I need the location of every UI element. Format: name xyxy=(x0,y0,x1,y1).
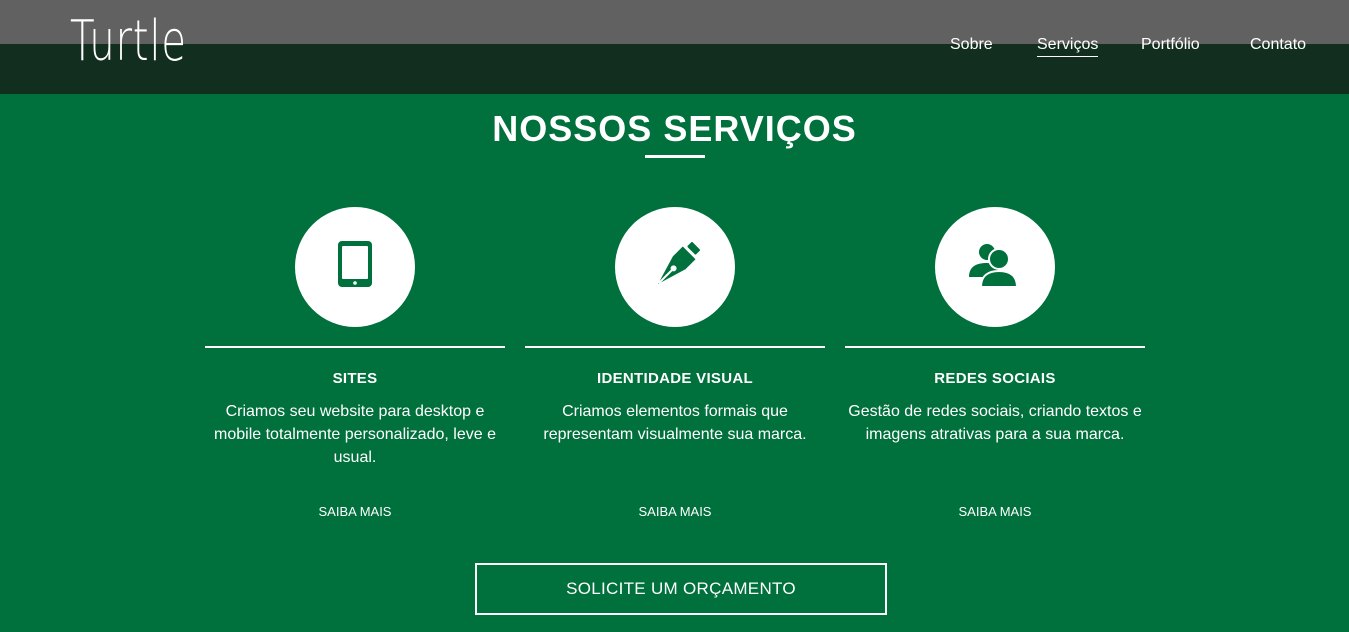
users-icon xyxy=(969,244,1019,288)
service-title: SITES xyxy=(332,370,378,387)
service-divider xyxy=(205,346,505,348)
saiba-mais-link-sites[interactable]: SAIBA MAIS xyxy=(205,504,505,519)
service-description: Criamos elementos formais que representa… xyxy=(543,403,807,443)
service-icon-circle xyxy=(935,207,1055,327)
service-title: REDES SOCIAIS xyxy=(934,370,1056,387)
pen-nib-icon xyxy=(658,241,701,284)
nav-link-sobre[interactable]: Sobre xyxy=(950,35,993,55)
nav-link-contato[interactable]: Contato xyxy=(1250,35,1306,55)
saiba-mais-link-identidade-visual[interactable]: SAIBA MAIS xyxy=(525,504,825,519)
service-description: Criamos seu website para desktop e mobil… xyxy=(214,403,496,466)
site-logo[interactable]: Turtle xyxy=(70,12,187,72)
tablet-icon xyxy=(338,241,372,287)
service-title: IDENTIDADE VISUAL xyxy=(597,370,753,387)
service-description: Gestão de redes sociais, criando textos … xyxy=(848,403,1142,443)
service-icon-circle xyxy=(295,207,415,327)
title-underline xyxy=(645,155,705,158)
request-quote-button[interactable]: SOLICITE UM ORÇAMENTO xyxy=(475,563,887,615)
nav-link-servicos[interactable]: Serviços xyxy=(1037,35,1099,57)
section-title: NOSSOS SERVIÇOS xyxy=(492,108,857,149)
nav-link-portfolio[interactable]: Portfólio xyxy=(1141,35,1200,55)
service-divider xyxy=(525,346,825,348)
service-icon-circle xyxy=(615,207,735,327)
site-header: Turtle Sobre Serviços Portfólio Contato xyxy=(0,12,1349,94)
service-divider xyxy=(845,346,1145,348)
saiba-mais-link-redes-sociais[interactable]: SAIBA MAIS xyxy=(845,504,1145,519)
